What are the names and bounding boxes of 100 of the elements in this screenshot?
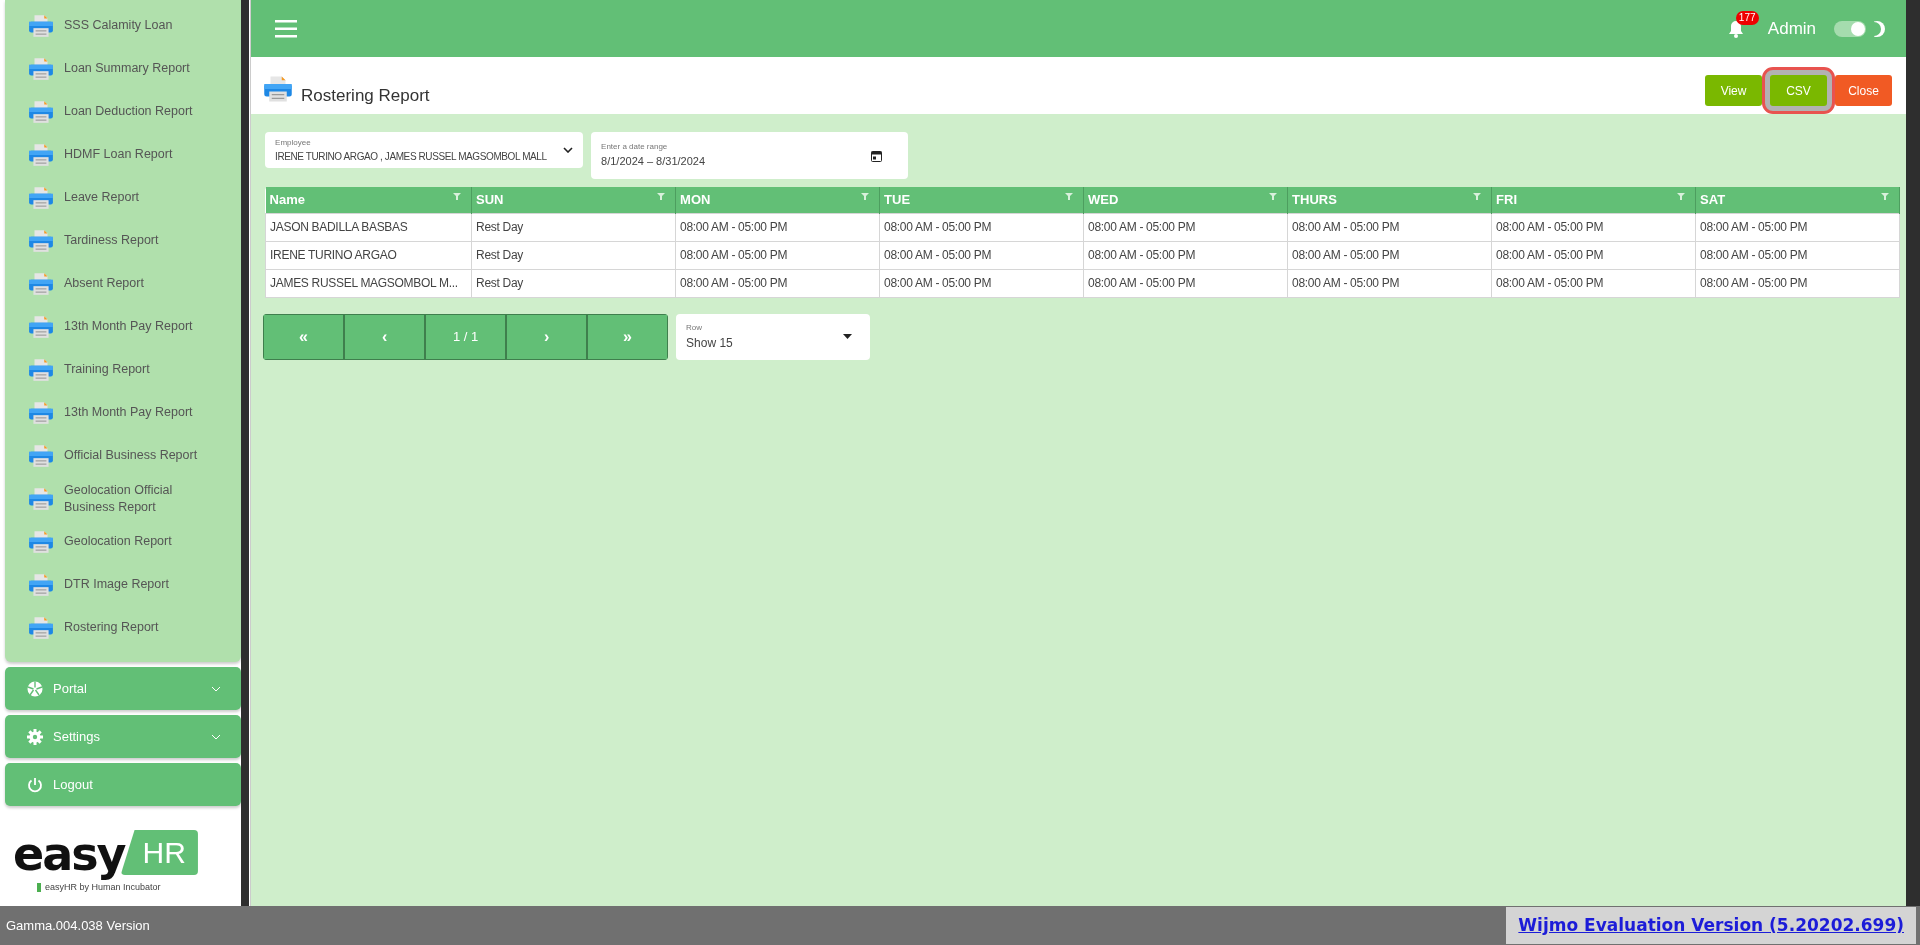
table-cell: Rest Day bbox=[471, 241, 676, 269]
printer-icon bbox=[28, 12, 54, 39]
printer-icon bbox=[28, 270, 54, 297]
table-cell: 08:00 AM - 05:00 PM bbox=[1491, 213, 1696, 241]
printer-icon bbox=[28, 184, 54, 211]
table-cell: JASON BADILLA BASBAS bbox=[265, 213, 472, 241]
settings-icon bbox=[27, 728, 43, 745]
scrollbar[interactable] bbox=[241, 0, 250, 906]
date-range-field[interactable]: Enter a date range 8/1/2024 – 8/31/2024 bbox=[591, 132, 909, 179]
page-indicator[interactable]: 1 / 1 bbox=[425, 313, 507, 360]
filter-icon[interactable] bbox=[861, 193, 870, 200]
printer-icon bbox=[263, 74, 294, 104]
moon-icon bbox=[1874, 19, 1887, 38]
printer-icon bbox=[28, 614, 54, 641]
sidebar-item[interactable]: HDMF Loan Report bbox=[5, 133, 242, 176]
table-cell: 08:00 AM - 05:00 PM bbox=[675, 241, 880, 269]
column-header[interactable]: Name bbox=[265, 187, 472, 213]
chevron-icon bbox=[211, 686, 222, 693]
column-header[interactable]: THURS bbox=[1287, 187, 1492, 213]
table-cell: IRENE TURINO ARGAO bbox=[265, 241, 472, 269]
filter-icon[interactable] bbox=[1065, 193, 1074, 200]
printer-icon bbox=[28, 442, 54, 469]
column-header[interactable]: MON bbox=[675, 187, 880, 213]
table-cell: Rest Day bbox=[471, 213, 676, 241]
table-cell: 08:00 AM - 05:00 PM bbox=[1287, 241, 1492, 269]
printer-icon bbox=[28, 528, 54, 555]
sidebar-item[interactable]: DTR Image Report bbox=[5, 563, 242, 606]
pager-button[interactable]: » bbox=[587, 313, 669, 360]
brand-mark bbox=[37, 883, 41, 893]
table-cell: 08:00 AM - 05:00 PM bbox=[1287, 213, 1492, 241]
power-icon bbox=[27, 776, 43, 793]
sidebar-item[interactable]: 13th Month Pay Report bbox=[5, 305, 242, 348]
sidebar-item[interactable]: Rostering Report bbox=[5, 606, 242, 649]
chevron-icon bbox=[563, 147, 574, 153]
caret-icon bbox=[843, 334, 853, 339]
filter-icon[interactable] bbox=[1269, 193, 1278, 200]
scrollbar[interactable] bbox=[1906, 0, 1920, 906]
table-cell: 08:00 AM - 05:00 PM bbox=[1083, 213, 1288, 241]
menu-icon[interactable] bbox=[275, 19, 298, 38]
column-header[interactable]: SAT bbox=[1695, 187, 1900, 213]
bell-icon[interactable] bbox=[1727, 20, 1744, 39]
printer-icon bbox=[28, 141, 54, 168]
dark-mode-toggle[interactable] bbox=[1834, 20, 1867, 37]
table-cell: 08:00 AM - 05:00 PM bbox=[1083, 269, 1288, 297]
table-cell: 08:00 AM - 05:00 PM bbox=[1287, 269, 1492, 297]
printer-icon bbox=[28, 98, 54, 125]
chevron-icon bbox=[211, 734, 222, 741]
filter-icon[interactable] bbox=[657, 193, 666, 200]
printer-icon bbox=[28, 485, 54, 512]
table-cell: 08:00 AM - 05:00 PM bbox=[1695, 269, 1900, 297]
sidebar-item[interactable]: Official Business Report bbox=[5, 434, 242, 477]
sidebar-item[interactable]: Loan Summary Report bbox=[5, 47, 242, 90]
pager-button[interactable]: « bbox=[263, 313, 345, 360]
close-button[interactable]: Close bbox=[1835, 75, 1893, 106]
sidebar-item[interactable]: 13th Month Pay Report bbox=[5, 391, 242, 434]
action-button[interactable]: View bbox=[1705, 75, 1763, 106]
evaluation-link[interactable]: Wijmo Evaluation Version (5.20202.699) bbox=[1506, 906, 1916, 945]
logo-tagline: easyHR by Human Incubator bbox=[45, 881, 161, 894]
sidebar-item[interactable]: Geolocation Report bbox=[5, 520, 242, 563]
table-cell: 08:00 AM - 05:00 PM bbox=[879, 269, 1084, 297]
sidebar-item[interactable]: Training Report bbox=[5, 348, 242, 391]
sidebar-item[interactable]: Geolocation Official Business Report bbox=[5, 477, 242, 520]
table-cell: 08:00 AM - 05:00 PM bbox=[879, 241, 1084, 269]
table-cell: 08:00 AM - 05:00 PM bbox=[879, 213, 1084, 241]
filter-icon[interactable] bbox=[1677, 193, 1686, 200]
printer-icon bbox=[28, 313, 54, 340]
sidebar-item[interactable]: Absent Report bbox=[5, 262, 242, 305]
user-name[interactable]: Admin bbox=[1767, 15, 1817, 42]
filter-icon[interactable] bbox=[1881, 193, 1890, 200]
table-cell: 08:00 AM - 05:00 PM bbox=[675, 213, 880, 241]
table-cell: 08:00 AM - 05:00 PM bbox=[1491, 269, 1696, 297]
sidebar-item[interactable]: Leave Report bbox=[5, 176, 242, 219]
sidebar-item[interactable]: Loan Deduction Report bbox=[5, 90, 242, 133]
column-header[interactable]: FRI bbox=[1491, 187, 1696, 213]
menu-button[interactable]: Portal bbox=[5, 667, 242, 710]
pager-button[interactable]: › bbox=[506, 313, 588, 360]
table-cell: 08:00 AM - 05:00 PM bbox=[675, 269, 880, 297]
table-cell: 08:00 AM - 05:00 PM bbox=[1491, 241, 1696, 269]
column-header[interactable]: SUN bbox=[471, 187, 676, 213]
filter-icon[interactable] bbox=[453, 193, 462, 200]
menu-button[interactable]: Logout bbox=[5, 763, 242, 806]
pager-button[interactable]: ‹ bbox=[344, 313, 426, 360]
printer-icon bbox=[28, 571, 54, 598]
sidebar-item[interactable]: Tardiness Report bbox=[5, 219, 242, 262]
calendar-icon[interactable] bbox=[871, 149, 883, 162]
printer-icon bbox=[28, 55, 54, 82]
column-header[interactable]: WED bbox=[1083, 187, 1288, 213]
aperture-icon bbox=[27, 680, 43, 697]
rows-select[interactable]: Row Show 15 bbox=[676, 313, 871, 360]
column-header[interactable]: TUE bbox=[879, 187, 1084, 213]
version-text: Gamma.004.038 Version bbox=[6, 916, 150, 935]
table-cell: 08:00 AM - 05:00 PM bbox=[1083, 241, 1288, 269]
sidebar-item[interactable]: SSS Calamity Loan bbox=[5, 4, 242, 47]
table-cell: 08:00 AM - 05:00 PM bbox=[1695, 213, 1900, 241]
printer-icon bbox=[28, 399, 54, 426]
menu-button[interactable]: Settings bbox=[5, 715, 242, 758]
employee-select[interactable]: Employee IRENE TURINO ARGAO , JAMES RUSSEL MAGSOMBOL MALL bbox=[265, 132, 584, 168]
printer-icon bbox=[28, 227, 54, 254]
filter-icon[interactable] bbox=[1473, 193, 1482, 200]
table-cell: Rest Day bbox=[471, 269, 676, 297]
